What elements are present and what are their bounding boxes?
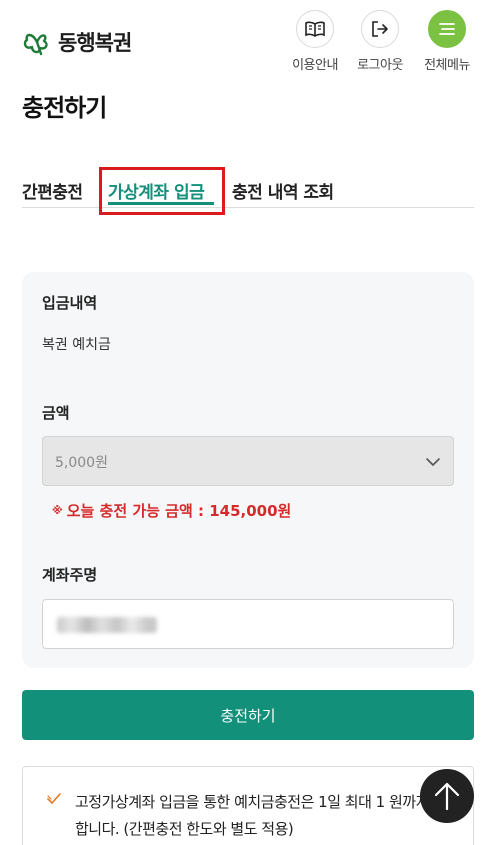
deposit-value: 복권 예치금 xyxy=(42,337,111,353)
scroll-top-button[interactable] xyxy=(420,769,474,823)
notice-text: 오늘 충전 가능 금액 : 145,000원 xyxy=(66,502,292,520)
all-menu-label: 전체메뉴 xyxy=(424,58,470,73)
account-holder-field[interactable] xyxy=(42,599,454,649)
amount-select[interactable]: 5,000원 xyxy=(42,436,454,486)
amount-label: 금액 xyxy=(42,404,70,422)
guide-button-circle xyxy=(296,10,334,48)
tab-charge-history[interactable]: 충전 내역 조회 xyxy=(232,178,334,203)
guide-label: 이용안내 xyxy=(292,58,338,73)
tab-easy-charge[interactable]: 간편충전 xyxy=(22,178,83,203)
obscured-account-name xyxy=(57,617,157,633)
all-menu-button-circle xyxy=(428,10,466,48)
notice-mark: ※ xyxy=(52,504,63,517)
account-holder-label: 계좌주명 xyxy=(42,566,98,584)
clover-logo-icon xyxy=(23,33,48,56)
info-text: 고정가상계좌 입금을 통한 예치금충전은 1일 최대 1 원까지 가능합니다. … xyxy=(75,793,460,838)
check-icon xyxy=(47,793,61,804)
guide-button[interactable]: 이용안내 xyxy=(285,10,345,73)
logo[interactable]: 동행복권 xyxy=(22,27,132,57)
charge-limit-notice: ※ 오늘 충전 가능 금액 : 145,000원 xyxy=(52,500,291,521)
page-title: 충전하기 xyxy=(22,94,107,122)
chevron-down-icon xyxy=(426,458,440,466)
charge-submit-button[interactable]: 충전하기 xyxy=(22,690,474,740)
tab-bar: 간편충전 가상계좌 입금 충전 내역 조회 xyxy=(22,170,474,208)
logout-button-circle xyxy=(361,10,399,48)
all-menu-button[interactable]: 전체메뉴 xyxy=(417,10,477,73)
deposit-form-card: 입금내역 복권 예치금 금액 5,000원 ※ 오늘 충전 가능 금액 : 145… xyxy=(22,272,474,668)
logout-button[interactable]: 로그아웃 xyxy=(350,10,410,73)
book-icon xyxy=(305,21,325,37)
amount-selected-value: 5,000원 xyxy=(55,455,108,471)
highlight-annotation-box xyxy=(99,167,225,215)
info-box: 고정가상계좌 입금을 통한 예치금충전은 1일 최대 1 원까지 가능합니다. … xyxy=(22,766,474,845)
menu-icon xyxy=(439,23,455,35)
deposit-label: 입금내역 xyxy=(42,294,98,312)
logout-icon xyxy=(372,21,388,37)
arrow-up-icon xyxy=(434,782,460,811)
logout-label: 로그아웃 xyxy=(357,58,403,73)
logo-text: 동행복권 xyxy=(58,31,132,55)
app-header: 동행복권 이용안내 로그아웃 전체메뉴 xyxy=(0,0,486,80)
